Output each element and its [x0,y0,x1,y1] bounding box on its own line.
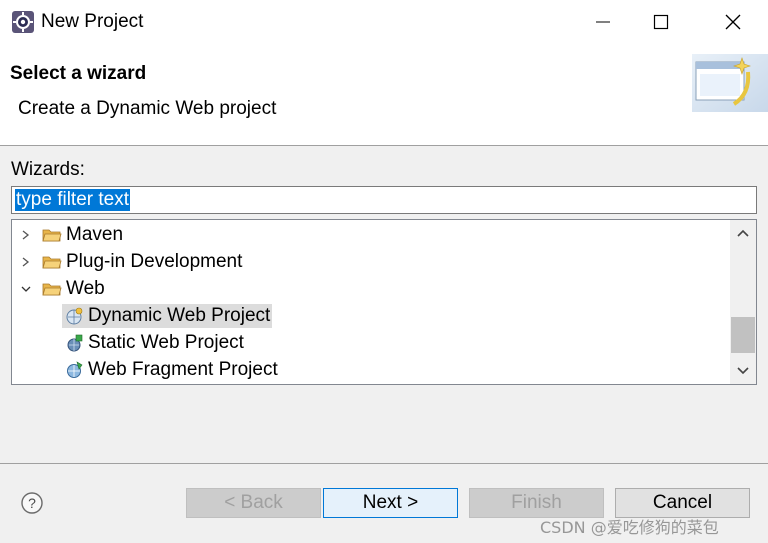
static-web-project-icon [67,334,83,351]
footer-separator [0,463,768,464]
dynamic-web-project-icon [66,307,83,324]
maximize-icon [653,14,669,30]
maximize-button[interactable] [638,0,684,44]
wizard-header: Select a wizard Create a Dynamic Web pro… [0,44,768,146]
tree-item-label: Dynamic Web Project [88,304,271,326]
back-button[interactable]: < Back [186,488,321,518]
minimize-button[interactable] [580,0,626,44]
tree-item-label: Static Web Project [88,331,244,353]
folder-icon [42,229,62,241]
tree-item-web-fragment-project[interactable]: Web Fragment Project [64,356,278,383]
eclipse-gear-icon [12,11,34,33]
filter-input[interactable]: type filter text [11,186,757,214]
wizard-banner-icon [692,54,768,112]
tree-item-label: Web [66,277,105,299]
help-icon[interactable]: ? [20,491,44,515]
minimize-icon [596,21,610,23]
scroll-up-button[interactable] [730,220,756,246]
close-icon [725,14,741,30]
chevron-down-icon [737,367,749,375]
folder-icon [42,256,62,268]
tree-scrollbar[interactable] [730,220,756,384]
scroll-down-button[interactable] [730,358,756,384]
page-description: Create a Dynamic Web project [18,98,277,119]
filter-text: type filter text [15,189,130,211]
tree-item-static-web-project[interactable]: Static Web Project [64,329,244,356]
next-button[interactable]: Next > [323,488,458,518]
chevron-right-icon[interactable] [20,256,32,268]
wizards-label: Wizards: [11,159,85,180]
chevron-down-icon[interactable] [20,283,32,295]
chevron-right-icon[interactable] [20,229,32,241]
window-title: New Project [41,11,144,32]
svg-text:?: ? [28,495,36,511]
title-bar: New Project [0,0,768,44]
folder-open-icon [42,283,62,295]
tree-item-label: Plug-in Development [66,250,243,272]
page-title: Select a wizard [10,63,147,84]
tree-item-dynamic-web-project[interactable]: Dynamic Web Project [62,302,273,329]
tree-item-web[interactable]: Web [20,275,105,302]
tree-item-maven[interactable]: Maven [20,221,123,248]
watermark: CSDN @爱吃修狗的菜包 [540,518,719,537]
tree-item-label: Maven [66,223,124,245]
tree-item-plugin-development[interactable]: Plug-in Development [20,248,242,275]
selection-highlight: Dynamic Web Project [62,303,273,328]
web-fragment-project-icon [67,360,83,378]
chevron-up-icon [737,229,749,237]
wizard-tree[interactable]: Maven Plug-in Development Web Dynamic We… [11,219,757,385]
scroll-thumb[interactable] [731,317,755,353]
tree-item-label: Web Fragment Project [88,358,278,380]
close-button[interactable] [710,0,756,44]
